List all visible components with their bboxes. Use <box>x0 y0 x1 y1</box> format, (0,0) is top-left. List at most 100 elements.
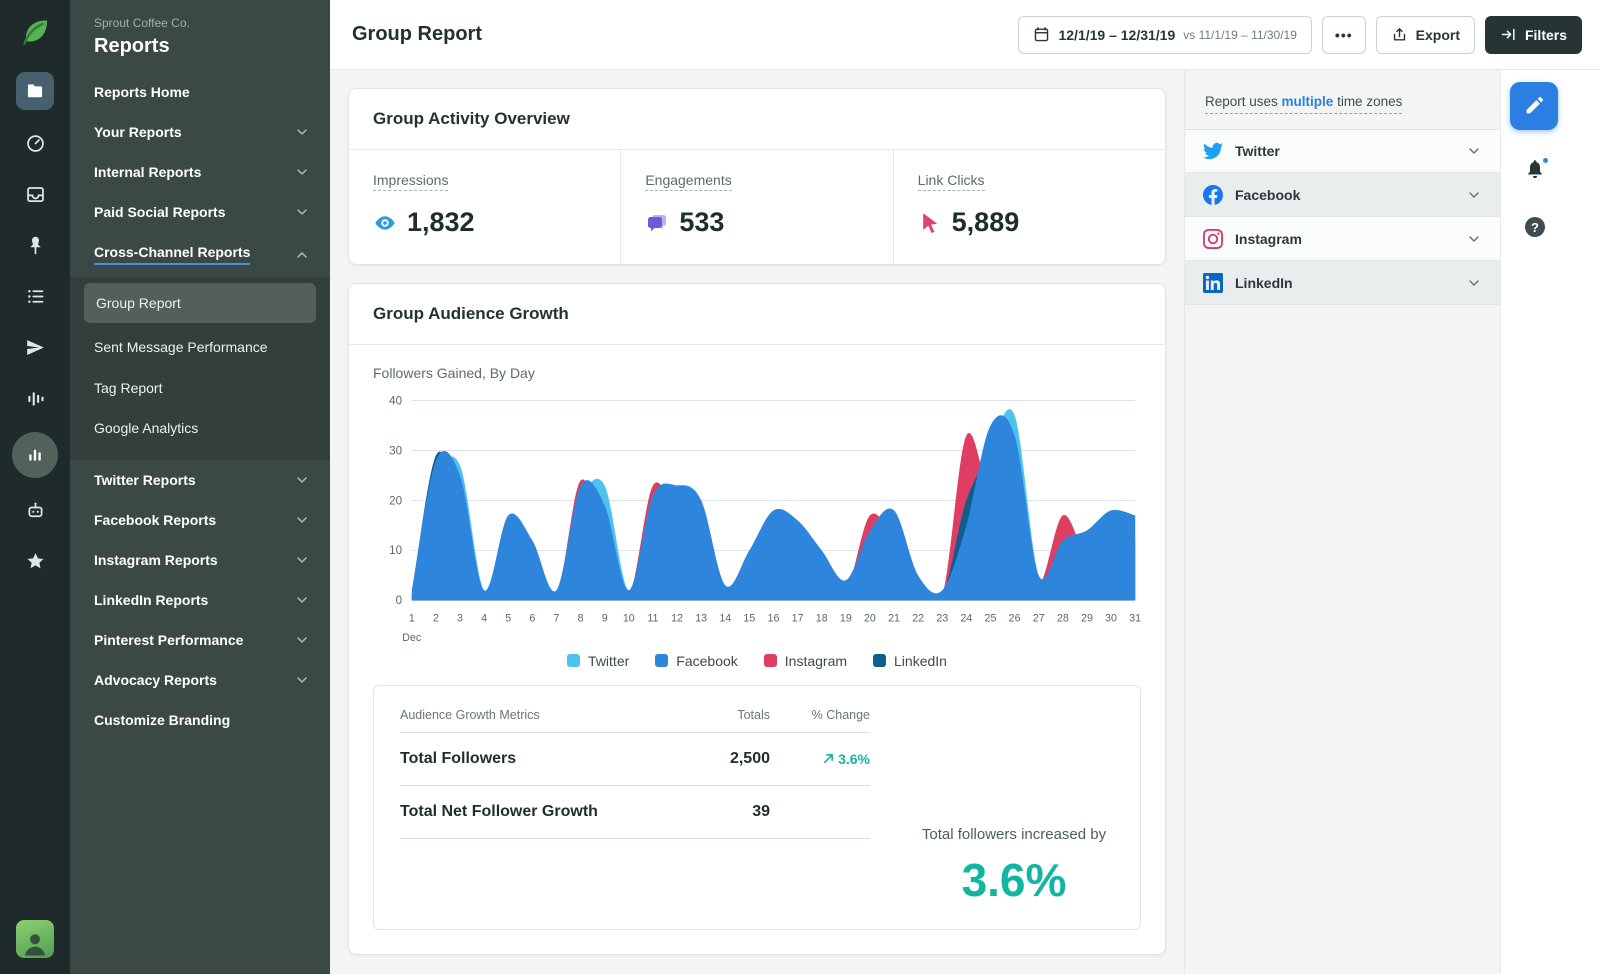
metric-value-row: 5,889 <box>918 207 1141 238</box>
chevron-down-icon <box>1466 231 1482 247</box>
topbar-actions: 12/1/19 – 12/31/19 vs 11/1/19 – 11/30/19… <box>1018 15 1582 54</box>
date-range-button[interactable]: 12/1/19 – 12/31/19 vs 11/1/19 – 11/30/19 <box>1018 15 1312 54</box>
pin-icon[interactable] <box>16 228 54 262</box>
svg-text:4: 4 <box>481 613 487 625</box>
sidebar-item-label: Reports Home <box>94 84 190 100</box>
compose-button[interactable] <box>1510 82 1558 130</box>
network-row-twitter[interactable]: Twitter <box>1185 129 1500 173</box>
cross-channel-submenu: Group Report Sent Message Performance Ta… <box>70 277 330 461</box>
sidebar-item-advocacy-reports[interactable]: Advocacy Reports <box>70 660 330 700</box>
svg-text:13: 13 <box>695 613 707 625</box>
svg-text:28: 28 <box>1057 613 1069 625</box>
export-button[interactable]: Export <box>1375 15 1475 54</box>
inbox-icon[interactable] <box>16 177 54 211</box>
list-icon[interactable] <box>16 279 54 313</box>
sprout-logo-icon[interactable] <box>18 14 52 48</box>
folder-icon[interactable] <box>16 72 54 110</box>
sidebar-item-cross-channel-reports[interactable]: Cross-Channel Reports <box>70 232 330 277</box>
network-label: Instagram <box>1235 230 1302 247</box>
sidebar-subitem-group-report[interactable]: Group Report <box>84 283 316 324</box>
growth-metrics-table: Audience Growth Metrics Totals % Change … <box>400 708 870 907</box>
chevron-down-icon <box>294 552 310 568</box>
sidebar-item-reports-home[interactable]: Reports Home <box>70 72 330 112</box>
bar-chart-icon[interactable] <box>12 432 58 478</box>
chat-bubbles-icon <box>645 211 669 235</box>
right-panel: Report uses multiple time zones Twitter <box>1184 70 1500 974</box>
metric-impressions: Impressions 1,832 <box>349 150 620 264</box>
legend-item-twitter[interactable]: Twitter <box>567 653 629 669</box>
export-label: Export <box>1415 26 1460 43</box>
table-row: Total Net Follower Growth 39 <box>400 786 870 839</box>
notifications-button[interactable] <box>1524 156 1550 185</box>
svg-text:5: 5 <box>505 613 511 625</box>
bot-icon[interactable] <box>16 493 54 527</box>
paper-plane-icon[interactable] <box>16 330 54 364</box>
svg-text:12: 12 <box>671 613 683 625</box>
eye-icon <box>373 211 397 235</box>
audience-growth-chart[interactable]: 0102030401 2 3 4 5 6 7 8 9 10 11 12 13 14 15 16 17 18 19 20… <box>373 385 1141 649</box>
sidebar-item-label: Cross-Channel Reports <box>94 244 251 265</box>
timezone-note: Report uses multiple time zones <box>1185 70 1500 129</box>
user-avatar[interactable] <box>16 920 54 958</box>
metric-link-clicks: Link Clicks 5,889 <box>892 150 1165 264</box>
sidebar-item-linkedin-reports[interactable]: LinkedIn Reports <box>70 580 330 620</box>
metric-value-row: 533 <box>645 207 868 238</box>
sidebar-item-label: LinkedIn Reports <box>94 592 209 609</box>
chevron-down-icon <box>294 512 310 528</box>
legend-item-facebook[interactable]: Facebook <box>655 653 738 669</box>
gauge-icon[interactable] <box>16 126 54 160</box>
x-axis-month-label: Dec <box>402 632 422 644</box>
chevron-down-icon <box>294 124 310 140</box>
facebook-icon <box>1203 184 1223 205</box>
metric-label[interactable]: Engagements <box>645 172 732 191</box>
export-icon <box>1393 28 1405 41</box>
main-column: Group Report 12/1/19 – 12/31/19 vs 11/1/… <box>330 0 1600 974</box>
filters-button[interactable]: Filters <box>1484 15 1582 54</box>
sidebar-header: Sprout Coffee Co. Reports <box>70 0 330 72</box>
network-row-instagram[interactable]: Instagram <box>1185 217 1500 261</box>
sidebar-item-twitter-reports[interactable]: Twitter Reports <box>70 460 330 500</box>
network-row-linkedin[interactable]: LinkedIn <box>1185 261 1500 305</box>
instagram-icon <box>1203 228 1223 249</box>
svg-text:3: 3 <box>457 613 463 625</box>
growth-summary: Total followers increased by 3.6% <box>914 708 1114 907</box>
metric-number: 533 <box>679 207 725 237</box>
chevron-down-icon <box>1466 275 1482 291</box>
sidebar-item-internal-reports[interactable]: Internal Reports <box>70 152 330 192</box>
equalizer-icon[interactable] <box>16 381 54 415</box>
sidebar-item-paid-social-reports[interactable]: Paid Social Reports <box>70 192 330 232</box>
sidebar-subitem-google-analytics[interactable]: Google Analytics <box>70 408 330 448</box>
svg-text:7: 7 <box>554 613 560 625</box>
legend-item-linkedin[interactable]: LinkedIn <box>873 653 947 669</box>
sidebar-subitem-tag-report[interactable]: Tag Report <box>70 368 330 408</box>
chevron-down-icon <box>294 472 310 488</box>
legend-item-instagram[interactable]: Instagram <box>763 653 847 669</box>
svg-text:25: 25 <box>985 613 997 625</box>
notification-dot <box>1541 156 1550 165</box>
sidebar-item-your-reports[interactable]: Your Reports <box>70 112 330 152</box>
timezone-suffix: time zones <box>1333 94 1403 109</box>
sidebar-subitem-sent-message-performance[interactable]: Sent Message Performance <box>70 327 330 367</box>
star-icon[interactable] <box>16 544 54 578</box>
metric-number: 5,889 <box>951 207 1020 237</box>
date-range-label: 12/1/19 – 12/31/19 <box>1058 26 1176 43</box>
company-name: Sprout Coffee Co. <box>94 16 190 30</box>
sidebar-item-label: Facebook Reports <box>94 512 217 529</box>
chevron-down-icon <box>294 592 310 608</box>
help-icon[interactable]: ? <box>1525 217 1545 237</box>
metric-label[interactable]: Impressions <box>373 172 449 191</box>
more-options-button[interactable]: ••• <box>1321 15 1366 54</box>
filters-icon <box>1501 28 1515 41</box>
compare-range-label: vs 11/1/19 – 11/30/19 <box>1183 27 1297 42</box>
sidebar-item-instagram-reports[interactable]: Instagram Reports <box>70 540 330 580</box>
metric-label[interactable]: Link Clicks <box>917 172 985 191</box>
sidebar-item-facebook-reports[interactable]: Facebook Reports <box>70 500 330 540</box>
svg-text:30: 30 <box>1105 613 1117 625</box>
sidebar-item-pinterest-performance[interactable]: Pinterest Performance <box>70 620 330 660</box>
network-row-facebook[interactable]: Facebook <box>1185 173 1500 217</box>
svg-text:30: 30 <box>389 444 402 457</box>
sidebar-item-label: Your Reports <box>94 124 182 140</box>
timezone-link[interactable]: multiple <box>1282 94 1334 109</box>
sidebar-item-customize-branding[interactable]: Customize Branding <box>70 700 330 740</box>
chevron-down-icon <box>294 204 310 220</box>
